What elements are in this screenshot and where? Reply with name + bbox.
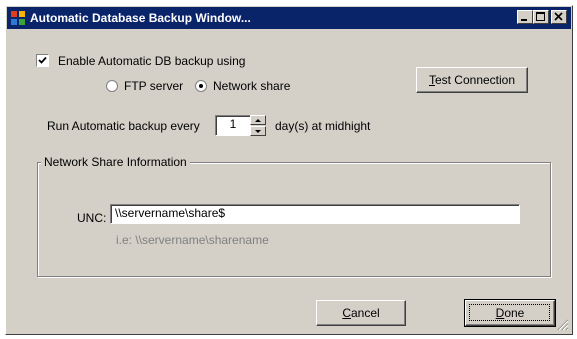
enable-backup-label[interactable]: Enable Automatic DB backup using xyxy=(58,54,245,68)
done-button[interactable]: Done xyxy=(464,299,556,327)
ftp-server-label[interactable]: FTP server xyxy=(124,79,183,93)
run-every-label: Run Automatic backup every xyxy=(47,119,200,133)
close-icon xyxy=(554,12,563,21)
cancel-mnemonic: C xyxy=(342,306,351,320)
network-share-radio[interactable] xyxy=(195,80,207,92)
done-focus-rect xyxy=(469,304,550,321)
interval-days-input[interactable]: 1 xyxy=(215,115,251,136)
close-button[interactable] xyxy=(551,10,567,24)
database-app-icon xyxy=(10,10,26,26)
radio-selected-dot xyxy=(199,84,203,88)
unc-label: UNC: xyxy=(77,211,107,225)
interval-suffix-label: day(s) at midhight xyxy=(275,119,371,133)
unc-hint: i.e: \\servername\sharename xyxy=(116,233,269,247)
test-connection-label: est Connection xyxy=(434,73,516,87)
minimize-icon xyxy=(521,19,527,21)
arrow-down-icon xyxy=(255,130,261,133)
unc-path-value: \\servername\share$ xyxy=(115,206,226,220)
spin-up-button[interactable] xyxy=(250,115,266,125)
interval-spinner[interactable] xyxy=(250,115,266,136)
network-share-group-title: Network Share Information xyxy=(41,155,190,169)
network-share-label[interactable]: Network share xyxy=(213,79,290,93)
arrow-up-icon xyxy=(255,119,261,122)
cancel-label: ancel xyxy=(350,306,380,320)
enable-backup-checkbox[interactable] xyxy=(36,54,49,67)
unc-path-input[interactable]: \\servername\share$ xyxy=(110,204,520,224)
checkmark-icon xyxy=(38,56,47,64)
test-connection-button[interactable]: Test Connection xyxy=(416,67,528,93)
maximize-button[interactable] xyxy=(533,10,549,24)
minimize-button[interactable] xyxy=(517,10,533,24)
interval-days-value: 1 xyxy=(229,117,237,131)
backup-dialog-window: Automatic Database Backup Window... Enab… xyxy=(5,5,573,335)
ftp-server-radio[interactable] xyxy=(106,80,118,92)
maximize-icon xyxy=(536,12,545,21)
title-bar[interactable]: Automatic Database Backup Window... xyxy=(7,7,571,29)
window-title: Automatic Database Backup Window... xyxy=(30,11,251,25)
cancel-button[interactable]: Cancel xyxy=(316,300,406,326)
spin-down-button[interactable] xyxy=(250,126,266,136)
resize-grip-icon[interactable] xyxy=(557,319,569,331)
